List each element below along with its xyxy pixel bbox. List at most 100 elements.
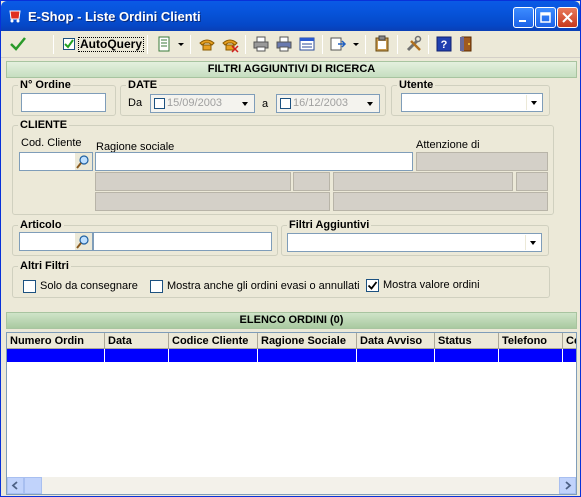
ordine-input[interactable]: [21, 93, 106, 112]
app-icon: [9, 10, 21, 23]
title-bar[interactable]: E-Shop - Liste Ordini Clienti: [1, 1, 580, 31]
chevron-left-icon: [11, 481, 18, 490]
column-header[interactable]: Ce: [563, 333, 576, 349]
send-dropdown-arrow[interactable]: [353, 43, 359, 46]
column-header[interactable]: Codice Cliente: [169, 333, 258, 349]
tools-icon[interactable]: [405, 35, 423, 53]
minimize-icon: [519, 20, 526, 22]
date-to-picker[interactable]: 16/12/2003: [276, 94, 380, 113]
date-to-checkbox[interactable]: [280, 98, 291, 109]
column-header[interactable]: Status: [435, 333, 499, 349]
close-icon: [562, 12, 573, 23]
toolbar: AutoQuery ?: [1, 31, 580, 58]
toolbar-separator: [190, 35, 191, 54]
provincia-field: [516, 172, 548, 191]
search-lookup-icon[interactable]: [75, 153, 92, 170]
date-legend: DATE: [128, 79, 158, 91]
window-view-icon[interactable]: [298, 35, 316, 53]
search-lookup-icon[interactable]: [75, 233, 92, 250]
export-dropdown-arrow[interactable]: [178, 43, 184, 46]
clipboard-icon[interactable]: [373, 35, 391, 53]
cod-cliente-label: Cod. Cliente: [21, 137, 82, 149]
citta-field: [333, 172, 513, 191]
ragione-sociale-input[interactable]: [95, 152, 413, 171]
chevron-down-icon[interactable]: [238, 96, 253, 111]
date-from-checkbox[interactable]: [154, 98, 165, 109]
table-cell: [7, 349, 105, 362]
phone-delete-icon[interactable]: [221, 35, 239, 53]
horizontal-scrollbar[interactable]: [7, 477, 576, 494]
column-header[interactable]: Telefono: [499, 333, 563, 349]
fax-field: [333, 192, 548, 211]
chevron-down-icon[interactable]: [363, 96, 378, 111]
mostra-evasi-checkbox[interactable]: [150, 280, 163, 293]
ordine-legend: N° Ordine: [20, 79, 71, 91]
chevron-down-icon[interactable]: [525, 235, 540, 250]
confirm-check-icon[interactable]: [9, 35, 27, 53]
indirizzo-field: [95, 172, 291, 191]
column-header[interactable]: Data Avviso: [357, 333, 435, 349]
table-cell: [499, 349, 563, 362]
toolbar-separator: [53, 35, 54, 54]
attenzione-field: [416, 152, 548, 171]
phone-icon[interactable]: [198, 35, 216, 53]
articolo-legend: Articolo: [20, 219, 62, 231]
autoquery-checkbox[interactable]: [63, 38, 75, 50]
filtri-aggiuntivi-legend: Filtri Aggiuntivi: [289, 219, 370, 231]
autoquery-label[interactable]: AutoQuery: [78, 37, 145, 52]
scroll-thumb[interactable]: [24, 477, 42, 494]
table-cell: [357, 349, 435, 362]
close-button[interactable]: [557, 7, 578, 28]
table-cell: [435, 349, 499, 362]
column-header[interactable]: Data: [105, 333, 169, 349]
attenzione-label: Attenzione di: [416, 139, 480, 151]
chevron-right-icon: [565, 481, 572, 490]
help-icon[interactable]: ?: [435, 35, 453, 53]
mostra-valore-label[interactable]: Mostra valore ordini: [383, 279, 480, 291]
date-to-value: 16/12/2003: [293, 97, 349, 109]
exit-door-icon[interactable]: [458, 35, 476, 53]
toolbar-separator: [245, 35, 246, 54]
column-header[interactable]: Numero Ordin: [7, 333, 105, 349]
column-header[interactable]: Ragione Sociale: [258, 333, 357, 349]
date-from-label: Da: [128, 97, 143, 109]
date-from-value: 15/09/2003: [167, 97, 223, 109]
articolo-description-input[interactable]: [93, 232, 272, 251]
altri-filtri-legend: Altri Filtri: [20, 260, 69, 272]
table-cell: [258, 349, 357, 362]
filters-section-header: FILTRI AGGIUNTIVI DI RICERCA: [6, 61, 577, 78]
print-icon[interactable]: [252, 35, 270, 53]
maximize-button[interactable]: [535, 7, 556, 28]
table-row[interactable]: [7, 349, 576, 362]
chevron-down-icon[interactable]: [526, 95, 541, 110]
telefono-field: [95, 192, 330, 211]
scroll-right-button[interactable]: [559, 477, 576, 494]
cliente-legend: CLIENTE: [20, 119, 68, 131]
toolbar-separator: [397, 35, 398, 54]
grid-header: Numero Ordin Data Codice Cliente Ragione…: [7, 333, 576, 349]
svg-text:?: ?: [441, 39, 448, 51]
mostra-valore-checkbox[interactable]: [366, 279, 379, 292]
toolbar-separator: [322, 35, 323, 54]
mostra-evasi-label[interactable]: Mostra anche gli ordini evasi o annullat…: [167, 280, 360, 292]
solo-da-consegnare-label[interactable]: Solo da consegnare: [40, 280, 138, 292]
date-from-picker[interactable]: 15/09/2003: [150, 94, 255, 113]
print-preview-icon[interactable]: [275, 35, 293, 53]
utente-legend: Utente: [399, 79, 434, 91]
orders-grid[interactable]: Numero Ordin Data Codice Cliente Ragione…: [6, 332, 577, 495]
maximize-icon: [540, 12, 551, 23]
toolbar-separator: [365, 35, 366, 54]
checkmark-icon: [64, 39, 74, 49]
send-document-icon[interactable]: [329, 35, 347, 53]
toolbar-separator: [428, 35, 429, 54]
cap-field: [293, 172, 330, 191]
minimize-button[interactable]: [513, 7, 534, 28]
utente-select[interactable]: [401, 93, 543, 112]
checkmark-icon: [367, 281, 378, 290]
solo-da-consegnare-checkbox[interactable]: [23, 280, 36, 293]
table-cell: [169, 349, 258, 362]
scroll-left-button[interactable]: [7, 477, 24, 494]
date-to-label: a: [262, 98, 269, 110]
export-excel-icon[interactable]: [156, 35, 174, 53]
filtri-aggiuntivi-select[interactable]: [287, 233, 542, 252]
